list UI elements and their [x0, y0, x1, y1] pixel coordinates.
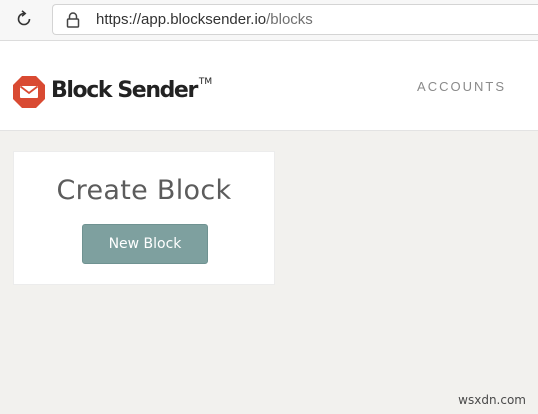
- card-title: Create Block: [56, 175, 232, 206]
- envelope-stop-icon: [12, 75, 46, 109]
- nav-accounts[interactable]: ACCOUNTS: [417, 79, 506, 94]
- lock-icon[interactable]: [65, 11, 81, 29]
- reload-icon[interactable]: [14, 9, 34, 29]
- url-path: /blocks: [266, 11, 313, 28]
- browser-toolbar: https://app.blocksender.io/blocks: [0, 0, 538, 41]
- url-host: https://app.blocksender.io: [96, 11, 267, 28]
- new-block-button[interactable]: New Block: [82, 224, 208, 264]
- logo[interactable]: Block Sender TM: [12, 75, 212, 109]
- site-header: Block Sender TM ACCOUNTS: [0, 41, 538, 131]
- address-bar[interactable]: https://app.blocksender.io/blocks: [52, 4, 538, 35]
- create-block-card: Create Block New Block: [13, 151, 275, 285]
- logo-text: Block Sender: [51, 78, 198, 103]
- watermark: wsxdn.com: [458, 393, 526, 407]
- trademark: TM: [198, 77, 213, 87]
- url-text[interactable]: https://app.blocksender.io/blocks: [96, 11, 313, 28]
